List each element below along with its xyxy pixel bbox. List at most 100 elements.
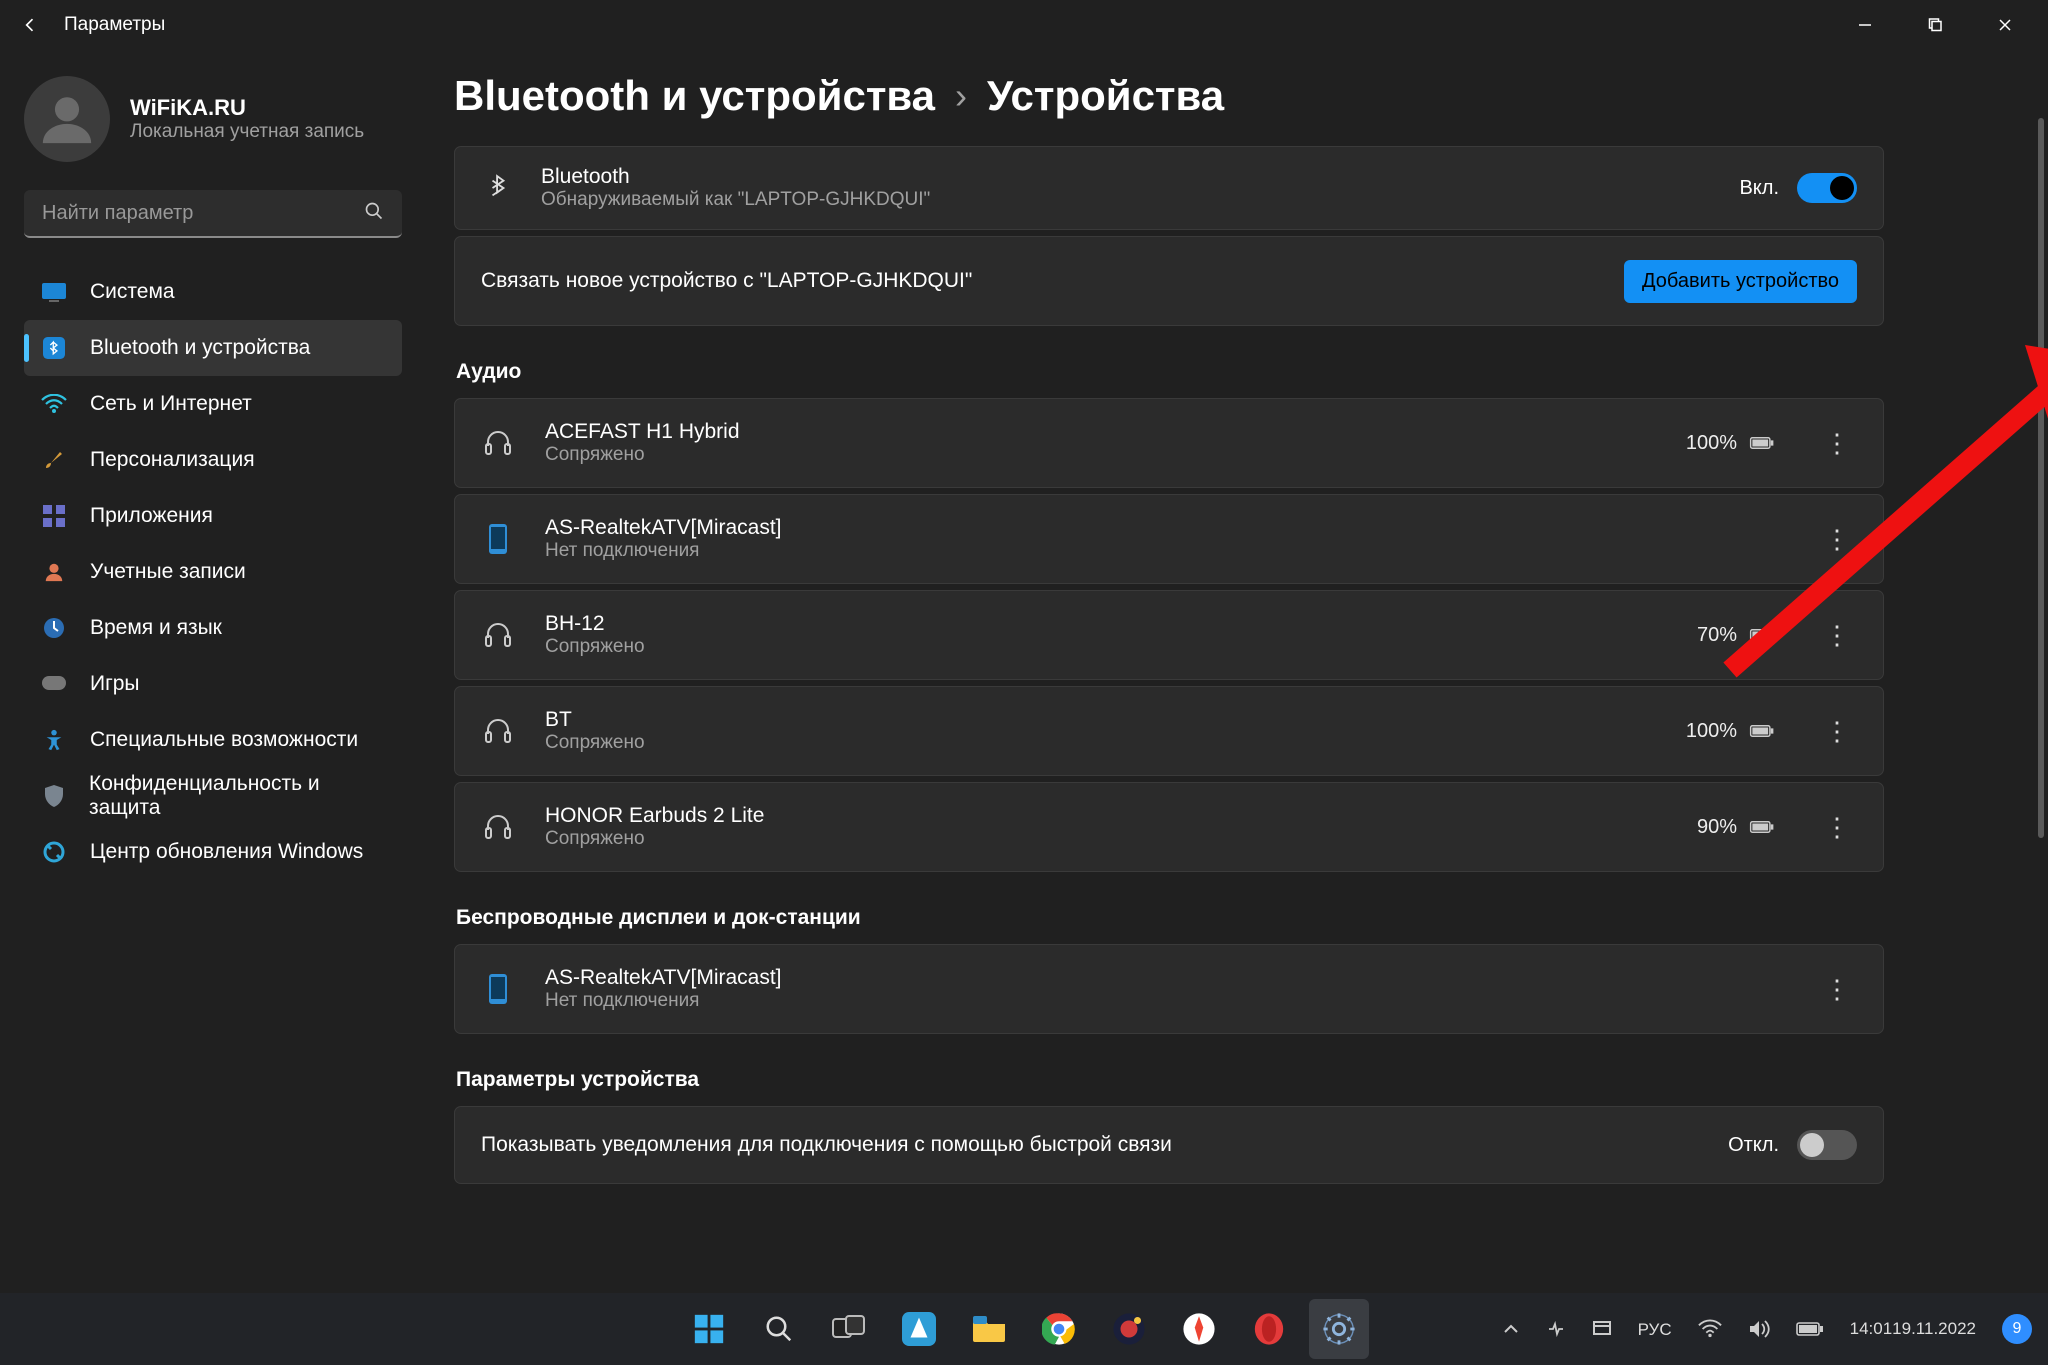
sidebar-item-privacy[interactable]: Конфиденциальность и защита <box>24 768 402 824</box>
taskbar-chrome[interactable] <box>1029 1299 1089 1359</box>
device-row[interactable]: BH-12Сопряжено70%⋮ <box>454 590 1884 680</box>
device-more-button[interactable]: ⋮ <box>1817 807 1857 847</box>
tray-volume-icon[interactable] <box>1742 1305 1776 1353</box>
sidebar-item-windows-update[interactable]: Центр обновления Windows <box>24 824 402 880</box>
taskbar-app-2[interactable] <box>1099 1299 1159 1359</box>
bluetooth-subtitle: Обнаруживаемый как "LAPTOP-GJHKDQUI" <box>541 189 930 211</box>
phone-icon <box>481 522 515 556</box>
tray-icon-2[interactable] <box>1586 1305 1618 1353</box>
sidebar-item-time-language[interactable]: Время и язык <box>24 600 402 656</box>
sidebar-item-personalization[interactable]: Персонализация <box>24 432 402 488</box>
device-more-button[interactable]: ⋮ <box>1817 519 1857 559</box>
taskbar-file-explorer[interactable] <box>959 1299 1019 1359</box>
tray-battery-icon[interactable] <box>1790 1305 1830 1353</box>
sidebar-item-label: Конфиденциальность и защита <box>89 772 386 820</box>
sidebar-item-label: Игры <box>90 672 140 696</box>
maximize-button[interactable] <box>1900 0 1970 50</box>
headphones-icon <box>481 714 515 748</box>
taskbar-app-1[interactable] <box>889 1299 949 1359</box>
bluetooth-icon <box>481 171 515 205</box>
sidebar-item-label: Bluetooth и устройства <box>90 336 310 360</box>
pair-device-text: Связать новое устройство с "LAPTOP-GJHKD… <box>481 269 972 293</box>
sidebar-nav: Система Bluetooth и устройства Сеть и Ин… <box>24 264 402 880</box>
sidebar-item-gaming[interactable]: Игры <box>24 656 402 712</box>
device-more-button[interactable]: ⋮ <box>1817 969 1857 1009</box>
device-more-button[interactable]: ⋮ <box>1817 711 1857 751</box>
tray-overflow[interactable] <box>1496 1305 1526 1353</box>
taskbar: РУС 14:01 19.11.2022 9 <box>0 1293 2048 1365</box>
device-battery: 70% <box>1697 624 1775 647</box>
taskbar-settings[interactable] <box>1309 1299 1369 1359</box>
tray-date: 19.11.2022 <box>1892 1319 1976 1339</box>
sidebar-item-network[interactable]: Сеть и Интернет <box>24 376 402 432</box>
sidebar-item-accounts[interactable]: Учетные записи <box>24 544 402 600</box>
device-battery: 90% <box>1697 816 1775 839</box>
taskbar-opera[interactable] <box>1239 1299 1299 1359</box>
sidebar-item-apps[interactable]: Приложения <box>24 488 402 544</box>
taskbar-apps <box>679 1299 1369 1359</box>
minimize-button[interactable] <box>1830 0 1900 50</box>
sidebar-item-label: Система <box>90 280 175 304</box>
device-more-button[interactable]: ⋮ <box>1817 615 1857 655</box>
breadcrumb-parent[interactable]: Bluetooth и устройства <box>454 72 935 120</box>
gamepad-icon <box>40 670 68 698</box>
profile-subtitle: Локальная учетная запись <box>130 121 364 143</box>
profile[interactable]: WiFiKA.RU Локальная учетная запись <box>24 64 402 184</box>
sidebar-item-system[interactable]: Система <box>24 264 402 320</box>
wifi-icon <box>40 390 68 418</box>
taskbar-search[interactable] <box>749 1299 809 1359</box>
sidebar-item-label: Центр обновления Windows <box>90 840 363 864</box>
sidebar-item-label: Персонализация <box>90 448 255 472</box>
device-status: Сопряжено <box>545 732 1656 754</box>
pair-device-card: Связать новое устройство с "LAPTOP-GJHKD… <box>454 236 1884 326</box>
add-device-button[interactable]: Добавить устройство <box>1624 260 1857 303</box>
device-name: ACEFAST H1 Hybrid <box>545 420 1656 444</box>
tray-icon-1[interactable] <box>1540 1305 1572 1353</box>
tray-notifications[interactable]: 9 <box>1996 1305 2038 1353</box>
search-box[interactable] <box>24 190 402 238</box>
system-tray: РУС 14:01 19.11.2022 9 <box>1496 1293 2038 1365</box>
device-name: BT <box>545 708 1656 732</box>
device-row[interactable]: ACEFAST H1 HybridСопряжено100%⋮ <box>454 398 1884 488</box>
scrollbar[interactable] <box>2038 118 2044 838</box>
sidebar-item-bluetooth-devices[interactable]: Bluetooth и устройства <box>24 320 402 376</box>
profile-name: WiFiKA.RU <box>130 95 364 121</box>
back-button[interactable] <box>8 3 52 47</box>
apps-icon <box>40 502 68 530</box>
tray-language[interactable]: РУС <box>1632 1305 1678 1353</box>
device-row[interactable]: AS-RealtekATV[Miracast]Нет подключения⋮ <box>454 494 1884 584</box>
device-row[interactable]: BTСопряжено100%⋮ <box>454 686 1884 776</box>
device-name: HONOR Earbuds 2 Lite <box>545 804 1667 828</box>
device-row[interactable]: HONOR Earbuds 2 LiteСопряжено90%⋮ <box>454 782 1884 872</box>
window-controls <box>1830 0 2040 50</box>
device-row[interactable]: AS-RealtekATV[Miracast]Нет подключения⋮ <box>454 944 1884 1034</box>
headphones-icon <box>481 426 515 460</box>
search-icon <box>364 201 384 227</box>
bluetooth-toggle-label: Вкл. <box>1739 177 1779 200</box>
taskbar-start-button[interactable] <box>679 1299 739 1359</box>
search-input[interactable] <box>24 190 402 238</box>
brush-icon <box>40 446 68 474</box>
sidebar: WiFiKA.RU Локальная учетная запись Систе… <box>0 50 410 1293</box>
audio-device-list: ACEFAST H1 HybridСопряжено100%⋮AS-Realte… <box>454 398 1884 872</box>
taskbar-task-view[interactable] <box>819 1299 879 1359</box>
device-name: BH-12 <box>545 612 1667 636</box>
chevron-right-icon: › <box>955 75 967 117</box>
quick-pair-toggle[interactable] <box>1797 1130 1857 1160</box>
taskbar-yandex-browser[interactable] <box>1169 1299 1229 1359</box>
update-icon <box>40 838 68 866</box>
bluetooth-toggle[interactable] <box>1797 173 1857 203</box>
system-icon <box>40 278 68 306</box>
device-name: AS-RealtekATV[Miracast] <box>545 516 1775 540</box>
close-button[interactable] <box>1970 0 2040 50</box>
wireless-device-list: AS-RealtekATV[Miracast]Нет подключения⋮ <box>454 944 1884 1034</box>
sidebar-item-accessibility[interactable]: Специальные возможности <box>24 712 402 768</box>
section-title-audio: Аудио <box>456 360 1884 384</box>
tray-wifi-icon[interactable] <box>1692 1305 1728 1353</box>
tray-clock[interactable]: 14:01 19.11.2022 <box>1844 1305 1982 1353</box>
quick-pair-card: Показывать уведомления для подключения с… <box>454 1106 1884 1184</box>
section-title-device-params: Параметры устройства <box>456 1068 1884 1092</box>
window-title: Параметры <box>64 14 165 36</box>
device-more-button[interactable]: ⋮ <box>1817 423 1857 463</box>
device-status: Сопряжено <box>545 444 1656 466</box>
